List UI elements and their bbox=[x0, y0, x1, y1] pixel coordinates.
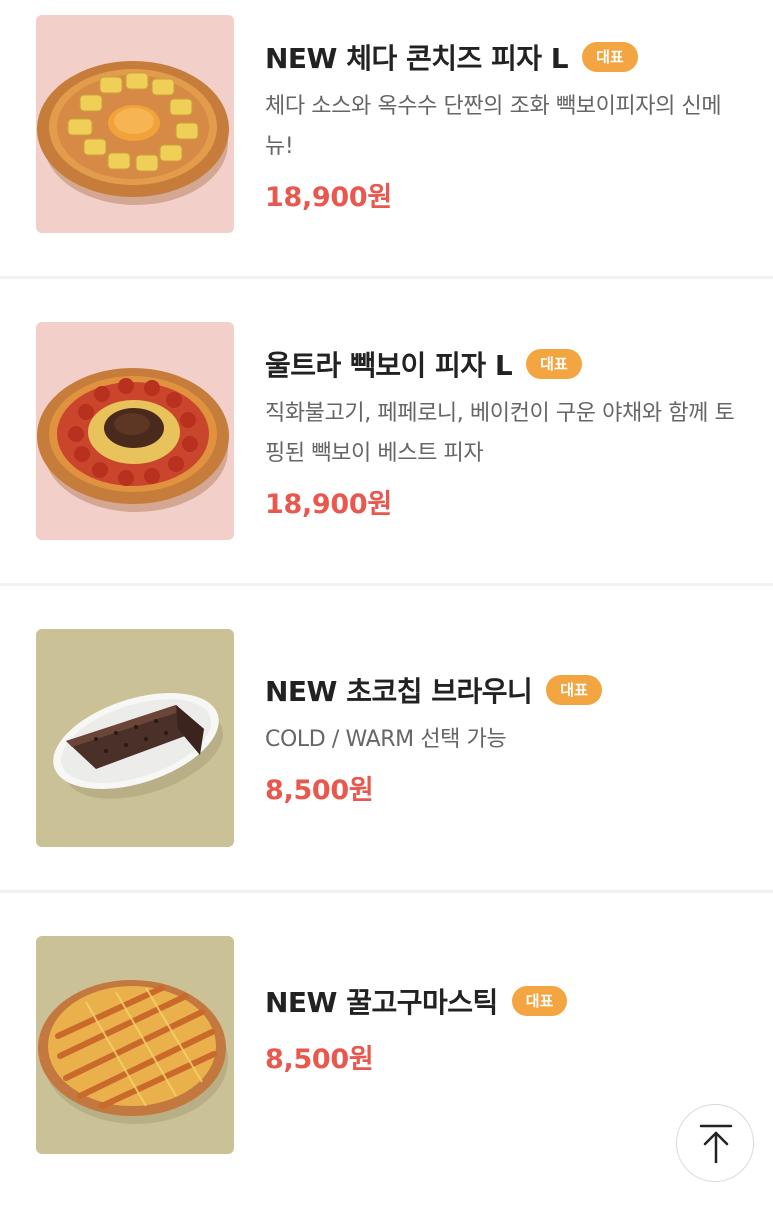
item-description: 체다 소스와 옥수수 단짠의 조화 빽보이피자의 신메뉴! bbox=[265, 94, 722, 159]
item-info: NEW 체다 콘치즈 피자 L 대표 체다 소스와 옥수수 단짠의 조화 빽보이… bbox=[265, 37, 753, 214]
cheddar-corn-pizza-image bbox=[36, 15, 234, 233]
item-price: 8,500원 bbox=[265, 1044, 374, 1075]
item-price: 18,900원 bbox=[265, 489, 392, 520]
item-description: 직화불고기, 페페로니, 베이컨이 구운 야채와 함께 토핑된 빽보이 베스트 … bbox=[265, 401, 735, 466]
item-title: NEW 초코칩 브라우니 bbox=[265, 675, 533, 708]
menu-item-ultra-paikboy-pizza[interactable]: 울트라 빽보이 피자 L 대표 직화불고기, 페페로니, 베이컨이 구운 야채와… bbox=[0, 307, 773, 614]
chocochip-brownie-image bbox=[36, 629, 234, 847]
item-title: 울트라 빽보이 피자 L bbox=[265, 349, 513, 382]
item-info: 울트라 빽보이 피자 L 대표 직화불고기, 페페로니, 베이컨이 구운 야채와… bbox=[265, 344, 753, 521]
item-title: NEW 체다 콘치즈 피자 L bbox=[265, 42, 569, 75]
menu-item-cheddar-corn-pizza[interactable]: NEW 체다 콘치즈 피자 L 대표 체다 소스와 옥수수 단짠의 조화 빽보이… bbox=[0, 0, 773, 307]
item-description: COLD / WARM 선택 가능 bbox=[265, 727, 507, 752]
title-row: NEW 초코칩 브라우니 대표 bbox=[265, 670, 753, 710]
item-title: NEW 꿀고구마스틱 bbox=[265, 986, 498, 1019]
signature-badge: 대표 bbox=[526, 349, 582, 379]
item-info: NEW 초코칩 브라우니 대표 COLD / WARM 선택 가능 8,500원 bbox=[265, 670, 753, 807]
divider bbox=[0, 890, 773, 893]
honey-sweet-potato-stick-image bbox=[36, 936, 234, 1154]
item-price: 18,900원 bbox=[265, 182, 392, 213]
signature-badge: 대표 bbox=[546, 675, 602, 705]
item-info: NEW 꿀고구마스틱 대표 8,500원 bbox=[265, 981, 753, 1076]
signature-badge: 대표 bbox=[582, 42, 638, 72]
arrow-up-icon bbox=[699, 1124, 733, 1163]
scroll-to-top-button[interactable] bbox=[676, 1104, 754, 1182]
item-price: 8,500원 bbox=[265, 775, 374, 806]
title-row: NEW 체다 콘치즈 피자 L 대표 bbox=[265, 37, 753, 77]
title-row: 울트라 빽보이 피자 L 대표 bbox=[265, 344, 753, 384]
title-row: NEW 꿀고구마스틱 대표 bbox=[265, 981, 753, 1021]
divider bbox=[0, 276, 773, 279]
menu-item-honey-sweet-potato-stick[interactable]: NEW 꿀고구마스틱 대표 8,500원 bbox=[0, 921, 773, 1228]
menu-item-chocochip-brownie[interactable]: NEW 초코칩 브라우니 대표 COLD / WARM 선택 가능 8,500원 bbox=[0, 614, 773, 921]
signature-badge: 대표 bbox=[511, 986, 568, 1016]
ultra-paikboy-pizza-image bbox=[36, 322, 234, 540]
divider bbox=[0, 583, 773, 586]
